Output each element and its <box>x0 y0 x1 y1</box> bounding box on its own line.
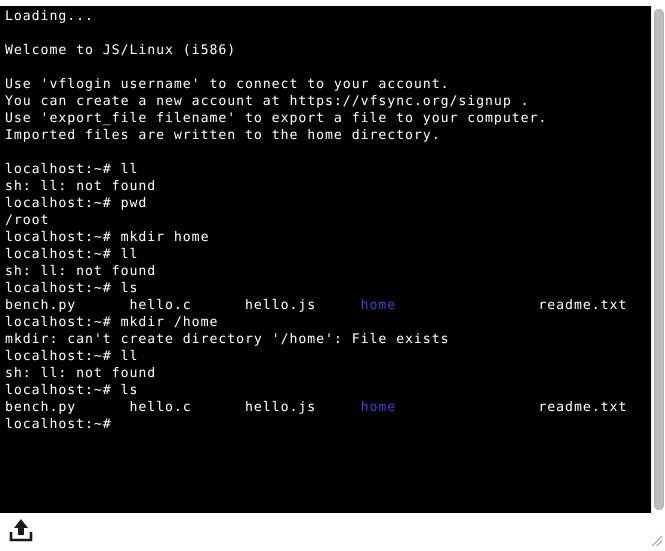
terminal-line: sh: ll: not found <box>5 264 157 279</box>
terminal-line: localhost:~# pwd <box>5 196 148 211</box>
terminal-line: Welcome to JS/Linux (i586) <box>5 43 237 58</box>
terminal-line: mkdir: can't create directory '/home': F… <box>5 332 450 347</box>
terminal-line: Use 'vflogin username' to connect to you… <box>5 77 450 92</box>
terminal-screen[interactable]: Loading... Welcome to JS/Linux (i586) Us… <box>0 6 651 513</box>
terminal-line: sh: ll: not found <box>5 366 157 381</box>
file-entry: bench.py hello.c hello.js <box>5 298 361 313</box>
upload-icon[interactable] <box>8 517 34 543</box>
terminal-vertical-scrollbar[interactable] <box>651 6 665 513</box>
terminal-line: bench.py hello.c hello.js home readme.tx… <box>5 297 651 314</box>
file-entry: readme.txt <box>396 298 628 313</box>
terminal-line: localhost:~# ls <box>5 281 139 296</box>
terminal-line: localhost:~# mkdir home <box>5 230 210 245</box>
resize-grip-icon[interactable] <box>649 533 663 547</box>
terminal-line: Loading... <box>5 9 94 24</box>
directory-entry: home <box>360 298 397 313</box>
terminal-line: localhost:~# ll <box>5 349 139 364</box>
terminal-line: localhost:~# mkdir /home <box>5 315 219 330</box>
terminal-line: localhost:~# ll <box>5 247 139 262</box>
bottom-toolbar <box>0 513 665 551</box>
scrollbar-thumb[interactable] <box>654 9 664 510</box>
terminal-frame: Loading... Welcome to JS/Linux (i586) Us… <box>0 6 651 513</box>
file-entry: bench.py hello.c hello.js <box>5 400 361 415</box>
terminal-line: localhost:~# ll <box>5 162 139 177</box>
terminal-line: sh: ll: not found <box>5 179 157 194</box>
terminal-line: /root <box>5 213 50 228</box>
js-linux-terminal-app: Loading... Welcome to JS/Linux (i586) Us… <box>0 0 665 551</box>
terminal-line: Imported files are written to the home d… <box>5 128 441 143</box>
terminal-line: Use 'export_file filename' to export a f… <box>5 111 548 126</box>
directory-entry: home <box>360 400 397 415</box>
file-entry: readme.txt <box>396 400 628 415</box>
terminal-line: localhost:~# ls <box>5 383 139 398</box>
terminal-line: localhost:~# <box>5 417 112 432</box>
terminal-line: You can create a new account at https://… <box>5 94 530 109</box>
terminal-line: bench.py hello.c hello.js home readme.tx… <box>5 399 651 416</box>
